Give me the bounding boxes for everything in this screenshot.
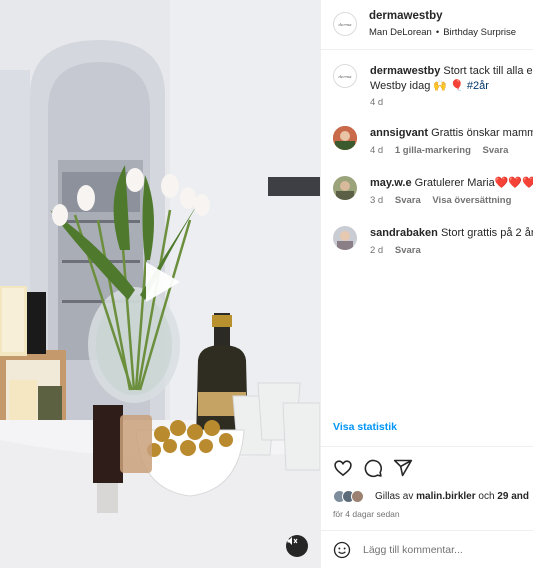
hashtag-link[interactable]: #2år (467, 80, 489, 92)
location-link[interactable]: Man DeLorean (369, 27, 432, 38)
author-username[interactable]: dermawestby (369, 10, 443, 22)
comment-button[interactable] (363, 458, 385, 480)
comment-time: 4 d (370, 145, 384, 156)
muted-speaker-icon (287, 537, 298, 545)
likes-prefix: Gillas av (375, 491, 414, 502)
avatar-photo (333, 176, 357, 200)
likes-text: Gillas av malin.birkler och 29 and (375, 491, 529, 502)
liker-username[interactable]: malin.birkler (416, 491, 475, 502)
divider (321, 446, 533, 447)
liker-avatars (333, 490, 364, 504)
caption-text: Stort tack till alla er (443, 65, 533, 77)
reply-button[interactable]: Svara (395, 245, 421, 256)
caption-line-1: dermawestby Stort tack till alla er (370, 64, 533, 79)
emoji-button[interactable] (333, 541, 351, 559)
comment-text: annsigvant Grattis önskar mamm (370, 126, 533, 141)
comment-meta: 3 d Svara Visa översättning (370, 195, 520, 206)
comment-text: may.w.e Gratulerer Maria❤️❤️❤️ (370, 176, 533, 191)
likes-conjunction: och (478, 491, 495, 502)
comment-icon (364, 459, 382, 478)
comment-time: 2 d (370, 245, 384, 256)
post-timestamp: för 4 dagar sedan (333, 509, 400, 519)
comment-time: 3 d (370, 195, 384, 206)
comment-username[interactable]: may.w.e (370, 177, 412, 189)
reply-button[interactable]: Svara (483, 145, 509, 156)
comment-input[interactable] (363, 540, 528, 560)
comment-body: Stort grattis på 2 år (440, 227, 533, 239)
play-button[interactable] (136, 258, 184, 306)
translate-button[interactable]: Visa översättning (432, 195, 511, 206)
avatar-photo (333, 126, 357, 150)
separator: • (435, 27, 440, 38)
avatar-logo: derma (338, 73, 352, 79)
commenter-avatar[interactable] (333, 176, 357, 200)
post-subtitle: Man DeLorean • Birthday Surprise (369, 27, 516, 38)
caption-text-2: Westby idag (370, 80, 431, 92)
share-button[interactable] (393, 458, 415, 480)
caption-avatar[interactable]: derma (333, 64, 357, 88)
comment-body: Gratulerer Maria (414, 177, 495, 189)
emoji-icon (333, 541, 351, 559)
mute-button[interactable] (286, 535, 308, 557)
commenter-avatar[interactable] (333, 126, 357, 150)
avatar-logo: derma (338, 21, 352, 27)
comment-meta: 2 d Svara (370, 245, 430, 256)
comment-username[interactable]: sandrabaken (370, 227, 438, 239)
comment-body: Grattis önskar mamm (431, 127, 533, 139)
comment-meta: 4 d 1 gilla-markering Svara (370, 145, 517, 156)
post-video[interactable] (0, 0, 320, 568)
likes-others-link[interactable]: 29 and (497, 491, 529, 502)
liker-avatar (351, 490, 364, 503)
share-icon (393, 459, 413, 477)
post-side-panel: derma dermawestby Man DeLorean • Birthday … (320, 0, 533, 568)
author-avatar[interactable]: derma (333, 12, 357, 36)
caption-username[interactable]: dermawestby (370, 65, 440, 77)
comment-text: sandrabaken Stort grattis på 2 år (370, 226, 533, 241)
view-insights-link[interactable]: Visa statistik (333, 421, 397, 433)
caption-emojis: 🙌 🎈 (433, 80, 464, 92)
comment-username[interactable]: annsigvant (370, 127, 428, 139)
caption-line-2: Westby idag 🙌 🎈 #2år (370, 79, 489, 94)
heart-emojis: ❤️❤️❤️ (494, 177, 533, 189)
comment-likes-link[interactable]: 1 gilla-markering (395, 145, 471, 156)
caption-time: 4 d (370, 97, 384, 108)
avatar-photo (333, 226, 357, 250)
play-icon (146, 262, 180, 302)
post-header: derma dermawestby Man DeLorean • Birthday … (321, 0, 533, 50)
audio-link[interactable]: Birthday Surprise (443, 27, 516, 38)
reply-button[interactable]: Svara (395, 195, 421, 206)
add-comment-bar (321, 530, 533, 568)
commenter-avatar[interactable] (333, 226, 357, 250)
heart-icon (334, 460, 352, 477)
like-button[interactable] (333, 458, 355, 480)
